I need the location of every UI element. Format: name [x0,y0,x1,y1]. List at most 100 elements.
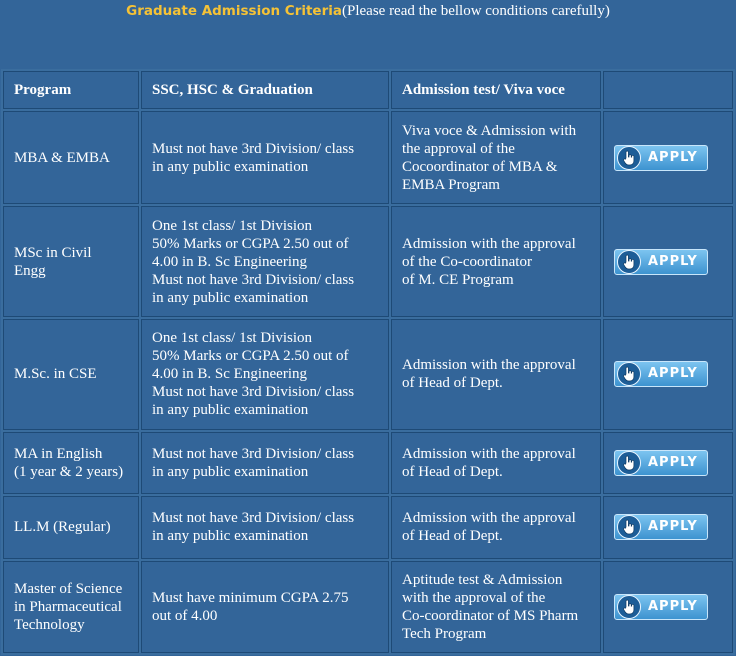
program-cell: LL.M (Regular) [3,496,139,559]
column-header-admission: Admission test/ Viva voce [391,71,601,109]
requirements-cell-line: 50% Marks or CGPA 2.50 out of [152,235,349,252]
page-title: Graduate Admission Criteria [126,3,342,19]
admission-cell-line: Tech Program [402,625,487,642]
requirements-cell-line: 4.00 in B. Sc Engineering [152,253,307,270]
requirements-cell-line: in any public examination [152,402,309,419]
program-cell-line: in Pharmaceutical [14,598,122,615]
requirements-cell-line: Must not have 3rd Division/ class [152,140,355,157]
requirements-cell-line: Must have minimum CGPA 2.75 [152,589,349,606]
apply-button[interactable]: APPLY [614,449,708,476]
admission-cell-line: of M. CE Program [402,271,514,288]
requirements-cell-line: Must not have 3rd Division/ class [152,271,355,288]
apply-button[interactable]: APPLY [614,593,708,620]
admission-criteria-table: Program SSC, HSC & Graduation Admission … [1,69,735,655]
admission-cell-line: of the Co-coordinator [402,253,532,270]
requirements-cell: One 1st class/ 1st Division 50% Marks or … [141,318,389,430]
requirements-cell-line: Must not have 3rd Division/ class [152,510,355,527]
requirements-cell-line: 50% Marks or CGPA 2.50 out of [152,348,349,365]
table-row: MBA & EMBA Must not have 3rd Division/ cl… [3,111,733,205]
admission-cell-line: EMBA Program [402,176,500,193]
program-cell: Master of Science in Pharmaceutical Techno… [3,560,139,653]
pointing-hand-icon [617,249,641,274]
requirements-cell-line: Must not have 3rd Division/ class [152,384,355,401]
action-cell: APPLY [603,111,733,205]
page-subtitle: (Please read the bellow conditions caref… [342,3,610,19]
pointing-hand-icon [617,450,641,475]
program-cell-line: MBA & EMBA [14,149,110,166]
admission-cell-line: Co-coordinator of MS Pharm [402,607,579,624]
admission-cell: Viva voce & Admission with the approval o… [391,111,601,205]
admission-cell-line: of Head of Dept. [402,375,503,392]
admission-cell: Admission with the approval of Head of De… [391,431,601,495]
requirements-cell: Must not have 3rd Division/ class in any … [141,496,389,559]
action-cell: APPLY [603,206,733,317]
requirements-cell-line: in any public examination [152,158,309,175]
apply-button[interactable]: APPLY [614,248,708,275]
apply-button-label: APPLY [648,519,698,535]
table-row: MA in English (1 year & 2 years) Must not … [3,431,733,495]
column-header-action [603,71,733,109]
pointing-hand-icon [617,145,641,170]
requirements-cell: One 1st class/ 1st Division 50% Marks or … [141,206,389,317]
admission-cell: Admission with the approval of Head of De… [391,318,601,430]
program-cell-line: Engg [14,262,46,279]
apply-button-label: APPLY [648,454,698,470]
program-cell: MA in English (1 year & 2 years) [3,431,139,495]
apply-button[interactable]: APPLY [614,514,708,541]
requirements-cell-line: One 1st class/ 1st Division [152,330,312,347]
table-header-row: Program SSC, HSC & Graduation Admission … [3,71,733,109]
apply-button-label: APPLY [648,149,698,165]
column-header-program: Program [3,71,139,109]
admission-cell-line: the approval of the [402,140,515,157]
admission-cell: Aptitude test & Admission with the approv… [391,560,601,653]
action-cell: APPLY [603,496,733,559]
program-cell-line: MA in English [14,445,103,462]
program-cell: MBA & EMBA [3,111,139,205]
apply-button-label: APPLY [648,253,698,269]
program-cell-line: LL.M (Regular) [14,519,111,536]
admission-cell-line: Admission with the approval [402,357,576,374]
program-cell-line: Master of Science [14,580,123,597]
admission-cell-line: Aptitude test & Admission [402,571,563,588]
admission-cell-line: of Head of Dept. [402,463,503,480]
admission-cell-line: Admission with the approval [402,235,576,252]
program-cell-line: MSc in Civil [14,244,92,261]
requirements-cell-line: out of 4.00 [152,607,218,624]
action-cell: APPLY [603,318,733,430]
admission-cell-line: with the approval of the [402,589,546,606]
table-row: MSc in Civil Engg One 1st class/ 1st Divis… [3,206,733,317]
apply-button-label: APPLY [648,366,698,382]
program-cell-line: Technology [14,616,85,633]
pointing-hand-icon [617,594,641,619]
requirements-cell-line: One 1st class/ 1st Division [152,217,312,234]
table-row: M.Sc. in CSE One 1st class/ 1st Division 5… [3,318,733,430]
action-cell: APPLY [603,560,733,653]
admission-cell: Admission with the approval of the Co-coo… [391,206,601,317]
requirements-cell-line: in any public examination [152,289,309,306]
program-cell-line: M.Sc. in CSE [14,366,97,383]
table-row: LL.M (Regular) Must not have 3rd Division… [3,496,733,559]
requirements-cell-line: 4.00 in B. Sc Engineering [152,366,307,383]
requirements-cell: Must not have 3rd Division/ class in any … [141,431,389,495]
admission-cell: Admission with the approval of Head of De… [391,496,601,559]
admission-cell-line: Admission with the approval [402,510,576,527]
page-heading: Graduate Admission Criteria(Please read … [0,2,736,20]
action-cell: APPLY [603,431,733,495]
requirements-cell-line: in any public examination [152,463,309,480]
requirements-cell: Must not have 3rd Division/ class in any … [141,111,389,205]
requirements-cell-line: Must not have 3rd Division/ class [152,445,355,462]
apply-button-label: APPLY [648,598,698,614]
requirements-cell: Must have minimum CGPA 2.75 out of 4.00 [141,560,389,653]
program-cell-line: (1 year & 2 years) [14,463,124,480]
admission-cell-line: Admission with the approval [402,445,576,462]
admission-cell-line: Cocoordinator of MBA & [402,158,558,175]
column-header-requirements: SSC, HSC & Graduation [141,71,389,109]
requirements-cell-line: in any public examination [152,528,309,545]
program-cell: MSc in Civil Engg [3,206,139,317]
program-cell: M.Sc. in CSE [3,318,139,430]
table-row: Master of Science in Pharmaceutical Techno… [3,560,733,653]
admission-cell-line: of Head of Dept. [402,528,503,545]
pointing-hand-icon [617,362,641,387]
apply-button[interactable]: APPLY [614,361,708,388]
apply-button[interactable]: APPLY [614,144,708,171]
